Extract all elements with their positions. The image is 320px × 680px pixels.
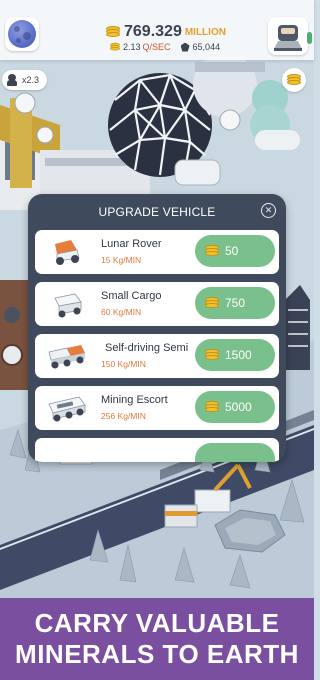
rocket-button[interactable] — [268, 17, 308, 55]
planet-button[interactable] — [5, 17, 39, 51]
vehicle-name: Small Cargo — [101, 290, 162, 302]
rate-value: 2.13 — [123, 42, 141, 52]
money-unit: MILLION — [184, 26, 226, 38]
price: 50 — [225, 244, 239, 258]
upgrade-vehicle-panel: UPGRADE VEHICLE ✕ Lunar Rover 15 Kg/MIN … — [28, 194, 286, 462]
vehicle-list[interactable]: Lunar Rover 15 Kg/MIN 50 Small Cargo 60 … — [35, 230, 279, 462]
buy-button[interactable]: 5000 — [195, 391, 275, 423]
multiplier-value: x2.3 — [22, 75, 40, 85]
top-hud: 769.329 MILLION 2.13 Q/SEC 65,044 — [0, 0, 314, 60]
vehicle-rate: 15 Kg/MIN — [101, 255, 142, 265]
vehicle-rate: 256 Kg/MIN — [101, 411, 146, 421]
vehicle-row-next[interactable] — [35, 438, 279, 462]
vehicle-rate: 150 Kg/MIN — [101, 359, 146, 369]
rover-icon — [55, 240, 80, 265]
price: 1500 — [225, 348, 252, 362]
money-display: 769.329 MILLION — [106, 22, 226, 42]
banner-headline-line2: MINERALS TO EARTH — [15, 639, 299, 669]
planet-icon — [8, 20, 36, 48]
vehicle-rate: 60 Kg/MIN — [101, 307, 142, 317]
coin-icon — [205, 297, 219, 309]
panel-title: UPGRADE VEHICLE — [98, 205, 216, 219]
escort-icon — [48, 396, 86, 422]
price: 5000 — [225, 400, 252, 414]
banner-headline-line1: CARRY VALUABLE — [34, 608, 280, 638]
coin-icon — [106, 26, 120, 38]
income-rate: 2.13 Q/SEC 65,044 — [108, 41, 220, 53]
buy-button[interactable]: 1500 — [195, 339, 275, 371]
coin-icon — [205, 349, 219, 361]
close-icon[interactable]: ✕ — [261, 203, 276, 218]
vehicle-row-self-driving-semi[interactable]: Self-driving Semi 150 Kg/MIN 1500 — [35, 334, 279, 378]
cargo-icon — [54, 293, 82, 318]
astronaut-icon — [7, 74, 17, 86]
vehicle-row-mining-escort[interactable]: Mining Escort 256 Kg/MIN 5000 — [35, 386, 279, 430]
buy-button[interactable] — [195, 443, 275, 462]
promo-banner: CARRY VALUABLE MINERALS TO EARTH — [0, 598, 314, 680]
multiplier-badge[interactable]: x2.3 — [2, 70, 48, 90]
money-value: 769.329 — [124, 23, 182, 40]
coin-bonus-button[interactable] — [282, 68, 306, 92]
buy-button[interactable]: 50 — [195, 235, 275, 267]
vehicle-row-small-cargo[interactable]: Small Cargo 60 Kg/MIN 750 — [35, 282, 279, 326]
rocket-icon — [274, 25, 302, 51]
vehicle-name: Lunar Rover — [101, 238, 162, 250]
price: 750 — [225, 296, 246, 310]
semi-icon — [48, 345, 85, 369]
rate-unit: Q/SEC — [142, 42, 171, 52]
vehicle-row-lunar-rover[interactable]: Lunar Rover 15 Kg/MIN 50 — [35, 230, 279, 274]
mineral-count: 65,044 — [192, 42, 221, 52]
coin-icon — [205, 401, 219, 413]
coin-icon — [205, 245, 219, 257]
buy-button[interactable]: 750 — [195, 287, 275, 319]
mineral-icon — [180, 42, 190, 52]
vehicle-name: Self-driving Semi — [105, 342, 189, 354]
coin-icon — [287, 74, 301, 86]
coin-icon — [110, 42, 120, 51]
notification-indicator — [307, 32, 312, 44]
vehicle-name: Mining Escort — [101, 394, 168, 406]
